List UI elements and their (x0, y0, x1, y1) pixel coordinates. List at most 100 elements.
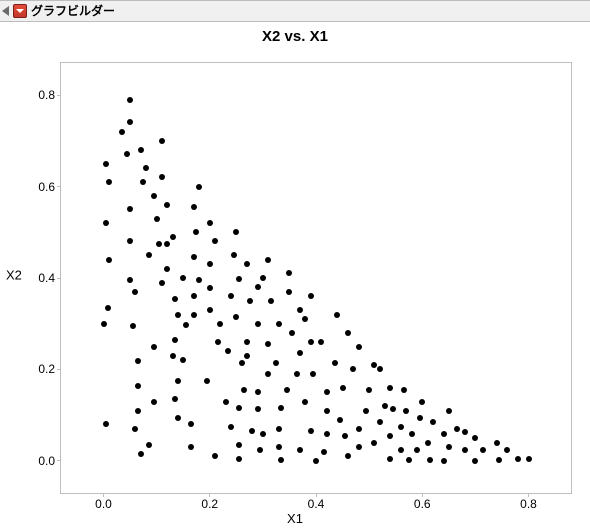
data-point[interactable] (260, 431, 266, 437)
data-point[interactable] (175, 415, 181, 421)
data-point[interactable] (239, 360, 245, 366)
data-point[interactable] (236, 456, 242, 462)
disclosure-triangle-icon[interactable] (2, 6, 9, 16)
data-point[interactable] (127, 238, 133, 244)
data-point[interactable] (119, 129, 125, 135)
data-point[interactable] (332, 360, 338, 366)
data-point[interactable] (350, 366, 356, 372)
data-point[interactable] (151, 193, 157, 199)
data-point[interactable] (159, 174, 165, 180)
data-point[interactable] (472, 458, 478, 464)
data-point[interactable] (387, 456, 393, 462)
data-point[interactable] (496, 457, 502, 463)
data-point[interactable] (138, 451, 144, 457)
data-point[interactable] (387, 433, 393, 439)
data-point[interactable] (430, 419, 436, 425)
data-point[interactable] (180, 275, 186, 281)
data-point[interactable] (276, 444, 282, 450)
data-point[interactable] (132, 289, 138, 295)
data-point[interactable] (260, 275, 266, 281)
data-point[interactable] (268, 298, 274, 304)
data-point[interactable] (356, 344, 362, 350)
data-point[interactable] (286, 289, 292, 295)
data-point[interactable] (417, 415, 423, 421)
data-point[interactable] (244, 353, 250, 359)
data-point[interactable] (143, 165, 149, 171)
data-point[interactable] (284, 387, 290, 393)
data-point[interactable] (345, 330, 351, 336)
data-point[interactable] (106, 257, 112, 263)
data-point[interactable] (191, 254, 197, 260)
data-point[interactable] (124, 151, 130, 157)
data-point[interactable] (526, 456, 532, 462)
data-point[interactable] (191, 204, 197, 210)
data-point[interactable] (406, 457, 412, 463)
data-point[interactable] (127, 277, 133, 283)
data-point[interactable] (172, 396, 178, 402)
data-point[interactable] (249, 428, 255, 434)
data-point[interactable] (382, 403, 388, 409)
data-point[interactable] (228, 293, 234, 299)
data-point[interactable] (297, 307, 303, 313)
data-point[interactable] (207, 285, 213, 291)
data-point[interactable] (425, 440, 431, 446)
data-point[interactable] (446, 408, 452, 414)
data-point[interactable] (334, 312, 340, 318)
data-point[interactable] (387, 385, 393, 391)
data-point[interactable] (196, 277, 202, 283)
data-point[interactable] (356, 426, 362, 432)
data-point[interactable] (265, 371, 271, 377)
data-point[interactable] (480, 447, 486, 453)
data-point[interactable] (207, 307, 213, 313)
data-point[interactable] (265, 257, 271, 263)
data-point[interactable] (146, 442, 152, 448)
data-point[interactable] (308, 293, 314, 299)
data-point[interactable] (127, 206, 133, 212)
data-point[interactable] (225, 348, 231, 354)
data-point[interactable] (276, 321, 282, 327)
data-point[interactable] (454, 426, 460, 432)
data-point[interactable] (297, 447, 303, 453)
data-point[interactable] (164, 266, 170, 272)
x-axis-label[interactable]: X1 (287, 511, 303, 526)
data-point[interactable] (289, 330, 295, 336)
data-point[interactable] (175, 378, 181, 384)
data-point[interactable] (398, 447, 404, 453)
data-point[interactable] (377, 419, 383, 425)
data-point[interactable] (340, 385, 346, 391)
data-point[interactable] (223, 399, 229, 405)
data-point[interactable] (276, 426, 282, 432)
scatter-plot[interactable]: 0.00.20.40.60.80.00.20.40.60.8 (60, 62, 572, 494)
data-point[interactable] (302, 316, 308, 322)
data-point[interactable] (515, 456, 521, 462)
data-point[interactable] (257, 447, 263, 453)
data-point[interactable] (215, 339, 221, 345)
data-point[interactable] (297, 350, 303, 356)
data-point[interactable] (313, 458, 319, 464)
data-point[interactable] (183, 322, 189, 328)
data-point[interactable] (103, 161, 109, 167)
data-point[interactable] (255, 321, 261, 327)
data-point[interactable] (446, 444, 452, 450)
data-point[interactable] (377, 366, 383, 372)
data-point[interactable] (302, 399, 308, 405)
data-point[interactable] (356, 444, 362, 450)
data-point[interactable] (427, 457, 433, 463)
data-point[interactable] (324, 408, 330, 414)
data-point[interactable] (196, 184, 202, 190)
data-point[interactable] (419, 399, 425, 405)
data-point[interactable] (462, 447, 468, 453)
data-point[interactable] (441, 431, 447, 437)
data-point[interactable] (103, 421, 109, 427)
data-point[interactable] (188, 444, 194, 450)
data-point[interactable] (310, 371, 316, 377)
data-point[interactable] (135, 383, 141, 389)
data-point[interactable] (191, 312, 197, 318)
data-point[interactable] (130, 323, 136, 329)
data-point[interactable] (390, 406, 396, 412)
data-point[interactable] (403, 408, 409, 414)
data-point[interactable] (159, 138, 165, 144)
data-point[interactable] (236, 276, 242, 282)
data-point[interactable] (156, 241, 162, 247)
data-point[interactable] (233, 229, 239, 235)
